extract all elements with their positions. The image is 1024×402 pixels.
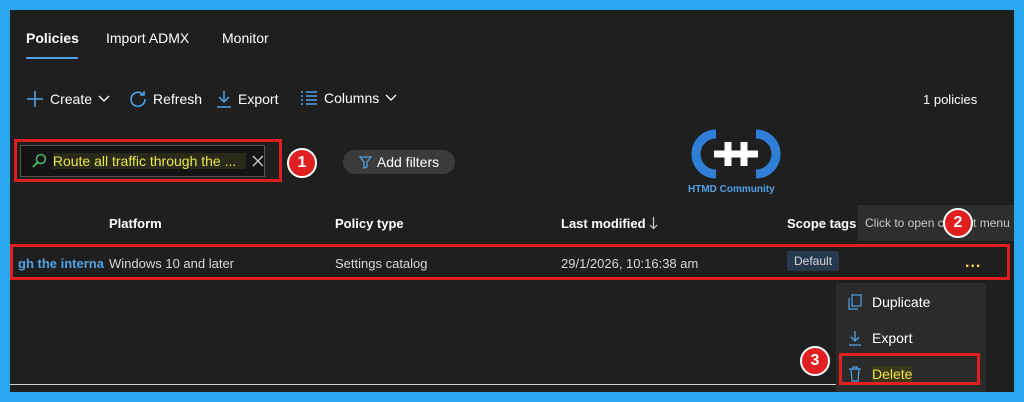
column-header-platform[interactable]: Platform xyxy=(109,216,162,231)
chevron-down-icon xyxy=(98,95,110,102)
export-label: Export xyxy=(238,91,279,107)
tab-monitor[interactable]: Monitor xyxy=(222,30,269,46)
add-filters-button[interactable]: Add filters xyxy=(343,150,455,174)
policies-count: 1 policies xyxy=(923,92,978,107)
active-tab-indicator xyxy=(26,57,78,59)
plus-icon xyxy=(27,91,43,107)
column-header-last-modified[interactable]: Last modified xyxy=(561,216,646,231)
columns-label: Columns xyxy=(324,90,380,106)
refresh-button[interactable]: Refresh xyxy=(129,90,202,108)
annotation-box-row xyxy=(10,244,1010,280)
htmd-logo xyxy=(691,129,781,179)
policies-panel: Policies Import ADMX Monitor Create Refr… xyxy=(10,10,1014,392)
annotation-box-search xyxy=(14,139,282,182)
menu-item-duplicate[interactable]: Duplicate xyxy=(836,285,986,319)
chevron-down-icon xyxy=(385,94,397,101)
duplicate-label: Duplicate xyxy=(872,294,931,310)
logo-caption: HTMD Community xyxy=(688,184,775,195)
column-header-policy-type[interactable]: Policy type xyxy=(335,216,404,231)
columns-button[interactable]: Columns xyxy=(300,90,397,106)
tab-import-admx[interactable]: Import ADMX xyxy=(106,30,189,46)
divider xyxy=(10,384,836,385)
download-icon xyxy=(217,91,231,108)
context-menu-tooltip: Click to open context menu xyxy=(858,205,1014,241)
refresh-icon xyxy=(130,91,146,108)
download-icon xyxy=(849,331,861,346)
annotation-badge-1: 1 xyxy=(287,148,317,178)
export-button[interactable]: Export xyxy=(216,90,278,108)
refresh-label: Refresh xyxy=(153,91,203,107)
annotation-badge-2: 2 xyxy=(943,208,973,238)
tab-policies[interactable]: Policies xyxy=(26,30,79,46)
add-filters-label: Add filters xyxy=(376,154,440,170)
export-menu-label: Export xyxy=(872,330,913,346)
menu-item-export[interactable]: Export xyxy=(836,321,986,355)
sort-down-icon[interactable] xyxy=(649,216,658,230)
column-header-scope-tags[interactable]: Scope tags xyxy=(787,216,856,231)
annotation-box-delete xyxy=(839,353,980,385)
copy-icon xyxy=(848,294,862,310)
create-button[interactable]: Create xyxy=(26,90,110,108)
annotation-badge-3: 3 xyxy=(800,346,830,376)
create-label: Create xyxy=(50,91,93,107)
columns-icon xyxy=(301,91,317,105)
filter-icon xyxy=(358,155,372,169)
